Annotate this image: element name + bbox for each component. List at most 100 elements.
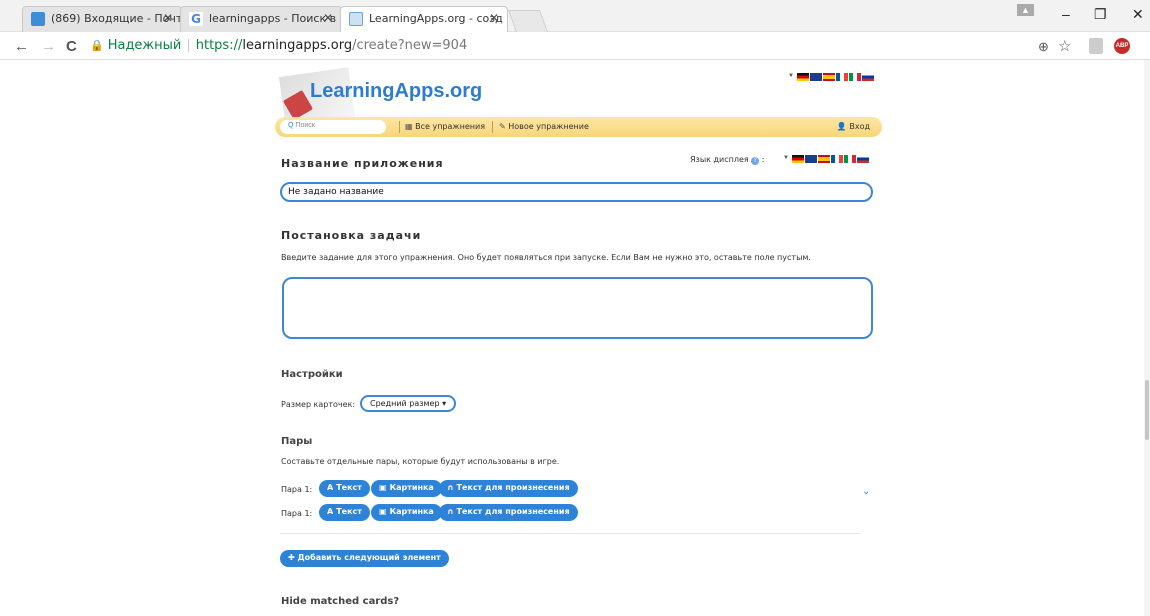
pdf-extension-icon[interactable] <box>1089 38 1103 54</box>
app-title-heading: Название приложения <box>281 157 444 170</box>
mail-favicon-icon <box>31 12 45 26</box>
nav-new-exercise[interactable]: ✎ Новое упражнение <box>499 122 589 131</box>
dropdown-arrow-icon: ▼ <box>783 155 789 161</box>
google-favicon-icon: G <box>189 12 203 26</box>
pair-speech-label: Текст для произнесения <box>456 483 570 492</box>
nav-all-exercises[interactable]: ▦ Все упражнения <box>405 122 485 131</box>
language-flags-display[interactable]: ▼ <box>783 155 869 163</box>
pencil-icon: ✎ <box>499 122 506 131</box>
add-element-button[interactable]: ✚ Добавить следующий элемент <box>280 550 449 567</box>
grid-icon: ▦ <box>405 122 413 131</box>
secure-label: Надежный <box>107 38 182 53</box>
tab-close-icon[interactable]: ✕ <box>323 11 333 25</box>
display-language-label: Язык дисплея <box>690 155 749 164</box>
zoom-icon[interactable]: ⊕ <box>1038 39 1049 55</box>
headphones-icon: ∩ <box>447 483 454 492</box>
reload-icon[interactable]: C <box>66 38 77 55</box>
pair-text-label: Текст <box>336 483 362 492</box>
pairs-heading: Пары <box>281 436 313 447</box>
url-field[interactable]: 🔒 Надежный | https://learningapps.org/creat… <box>86 35 1032 57</box>
login-link[interactable]: 👤 Вход <box>837 122 870 131</box>
card-size-label: Размер карточек: <box>281 400 356 409</box>
learningapps-favicon-icon <box>349 12 363 26</box>
flag-gb-icon[interactable] <box>809 73 822 81</box>
task-hint: Введите задание для этого упражнения. Он… <box>281 253 811 262</box>
tab-close-icon[interactable]: ✕ <box>163 11 173 25</box>
dropdown-arrow-icon: ▼ <box>788 73 794 79</box>
nav-all-exercises-label: Все упражнения <box>415 122 486 131</box>
scrollbar[interactable] <box>1144 60 1150 616</box>
user-icon: 👤 <box>836 122 847 131</box>
login-label: Вход <box>849 122 870 131</box>
lock-icon: 🔒 <box>90 39 104 52</box>
minimize-icon[interactable]: – <box>1062 6 1070 22</box>
adblock-icon[interactable]: ABP <box>1114 38 1130 54</box>
flag-fr-icon[interactable] <box>835 73 848 81</box>
pair-text-label: Текст <box>336 507 362 516</box>
task-heading: Постановка задачи <box>281 229 422 242</box>
flag-fr-icon[interactable] <box>830 155 843 163</box>
flag-it-icon[interactable] <box>843 155 856 163</box>
display-language[interactable]: Язык дисплея ? : <box>690 155 765 165</box>
pair-text-button[interactable]: A Текст <box>319 480 370 497</box>
logo-text: LearningApps.org <box>310 80 483 102</box>
flag-it-icon[interactable] <box>848 73 861 81</box>
tab-search[interactable]: G learningapps - Поиск в ✕ <box>180 6 342 32</box>
flag-es-icon[interactable] <box>822 73 835 81</box>
tab-mail[interactable]: (869) Входящие - Почта ✕ <box>22 6 182 32</box>
image-icon: ▣ <box>379 483 387 492</box>
app-title-input[interactable]: Не задано название <box>280 182 873 202</box>
add-element-label: Добавить следующий элемент <box>297 553 441 562</box>
bookmark-star-icon[interactable]: ☆ <box>1058 37 1071 55</box>
site-logo[interactable]: LearningApps.org <box>277 67 482 127</box>
site-search-input[interactable]: Q Поиск <box>280 120 386 134</box>
pair-image-button[interactable]: ▣ Картинка <box>371 504 442 521</box>
pair-speech-button[interactable]: ∩ Текст для произнесения <box>439 504 578 521</box>
pair-image-button[interactable]: ▣ Картинка <box>371 480 442 497</box>
url-scheme: https:// <box>195 38 243 53</box>
new-tab-button[interactable] <box>507 10 549 32</box>
nav-new-exercise-label: Новое упражнение <box>508 122 589 131</box>
url-path: /create?new=904 <box>352 38 468 53</box>
chevron-down-icon[interactable]: ⌄ <box>862 486 870 497</box>
plus-icon: ✚ <box>288 553 295 562</box>
pair-image-label: Картинка <box>389 483 434 492</box>
flag-de-icon[interactable] <box>796 73 809 81</box>
text-icon: A <box>327 507 334 516</box>
help-icon[interactable]: ? <box>751 157 760 165</box>
pairs-hint: Составьте отдельные пары, которые будут … <box>281 457 560 466</box>
language-flags-top[interactable]: ▼ <box>788 73 874 81</box>
task-textarea[interactable] <box>282 277 873 339</box>
pair-speech-button[interactable]: ∩ Текст для произнесения <box>439 480 578 497</box>
search-icon: Q <box>288 122 294 129</box>
browser-tab-bar: (869) Входящие - Почта ✕ G learningapps … <box>0 0 1150 33</box>
settings-heading: Настройки <box>281 369 343 380</box>
tab-close-icon[interactable]: ✕ <box>489 11 499 25</box>
flag-ru-icon[interactable] <box>861 73 874 81</box>
close-window-icon[interactable]: ✕ <box>1132 6 1144 23</box>
tab-learningapps[interactable]: LearningApps.org - созд ✕ <box>340 6 508 33</box>
tab-title: LearningApps.org - созд <box>369 12 503 25</box>
address-bar: ← → C 🔒 Надежный | https://learningapps.org… <box>0 32 1150 60</box>
pair-image-label: Картинка <box>389 507 434 516</box>
nav-divider <box>492 121 493 133</box>
pair-speech-label: Текст для произнесения <box>456 507 570 516</box>
flag-gb-icon[interactable] <box>804 155 817 163</box>
card-size-value: Средний размер <box>370 399 440 408</box>
flag-es-icon[interactable] <box>817 155 830 163</box>
flag-de-icon[interactable] <box>791 155 804 163</box>
card-size-select[interactable]: Средний размер ▾ <box>360 395 457 412</box>
chevron-down-icon: ▾ <box>442 399 447 408</box>
profile-icon[interactable]: ▲ <box>1017 4 1034 16</box>
pair-label: Пара 1: <box>281 485 313 494</box>
scrollbar-thumb[interactable] <box>1145 380 1149 440</box>
restore-icon[interactable]: ❐ <box>1094 6 1107 23</box>
forward-icon[interactable]: → <box>41 38 56 55</box>
back-icon[interactable]: ← <box>14 38 29 55</box>
url-host: learningapps.org <box>242 38 353 53</box>
pair-text-button[interactable]: A Текст <box>319 504 370 521</box>
flag-ru-icon[interactable] <box>856 155 869 163</box>
image-icon: ▣ <box>379 507 387 516</box>
divider <box>280 533 860 534</box>
nav-divider <box>399 121 400 133</box>
